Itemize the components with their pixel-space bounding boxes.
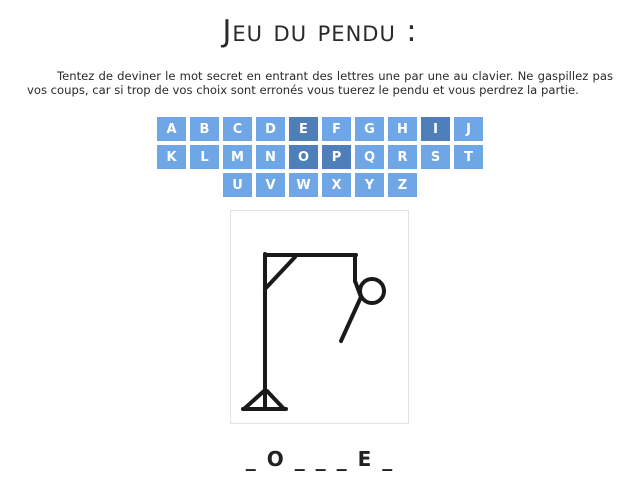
letter-key-h[interactable]: H (388, 117, 417, 141)
hangman-head (358, 277, 386, 305)
letter-key-g[interactable]: G (355, 117, 384, 141)
hangman-drawing (230, 210, 409, 424)
letter-key-l[interactable]: L (190, 145, 219, 169)
gallows-base-left (242, 389, 266, 411)
letter-key-r[interactable]: R (388, 145, 417, 169)
letter-key-b[interactable]: B (190, 117, 219, 141)
keyboard-row: UVWXYZ (0, 173, 640, 197)
letter-key-m[interactable]: M (223, 145, 252, 169)
letter-key-d[interactable]: D (256, 117, 285, 141)
letter-key-w[interactable]: W (289, 173, 318, 197)
letter-key-k[interactable]: K (157, 145, 186, 169)
instructions-text: Tentez de deviner le mot secret en entra… (27, 69, 613, 97)
hangman-figure (241, 252, 386, 411)
letter-key-t[interactable]: T (454, 145, 483, 169)
hangman-page: Jeu du pendu : Tentez de deviner le mot … (0, 0, 640, 493)
letter-key-s[interactable]: S (421, 145, 450, 169)
letter-key-x[interactable]: X (322, 173, 351, 197)
letter-key-y[interactable]: Y (355, 173, 384, 197)
letter-key-p[interactable]: P (322, 145, 351, 169)
rope-neck (353, 279, 363, 299)
letter-key-e[interactable]: E (289, 117, 318, 141)
keyboard-row: KLMNOPQRST (0, 145, 640, 169)
secret-word: _ O _ _ _ E _ (245, 447, 395, 471)
letter-key-z[interactable]: Z (388, 173, 417, 197)
letter-key-o[interactable]: O (289, 145, 318, 169)
gallows-brace (263, 255, 297, 291)
hangman-body (339, 295, 363, 343)
letter-key-u[interactable]: U (223, 173, 252, 197)
gallows-base-right (265, 389, 286, 411)
letter-key-i[interactable]: I (421, 117, 450, 141)
letter-key-f[interactable]: F (322, 117, 351, 141)
letter-keyboard: ABCDEFGHIJ KLMNOPQRST UVWXYZ (0, 117, 640, 201)
keyboard-row: ABCDEFGHIJ (0, 117, 640, 141)
letter-key-v[interactable]: V (256, 173, 285, 197)
letter-key-a[interactable]: A (157, 117, 186, 141)
page-title: Jeu du pendu : (222, 14, 418, 49)
letter-key-c[interactable]: C (223, 117, 252, 141)
letter-key-q[interactable]: Q (355, 145, 384, 169)
letter-key-j[interactable]: J (454, 117, 483, 141)
letter-key-n[interactable]: N (256, 145, 285, 169)
